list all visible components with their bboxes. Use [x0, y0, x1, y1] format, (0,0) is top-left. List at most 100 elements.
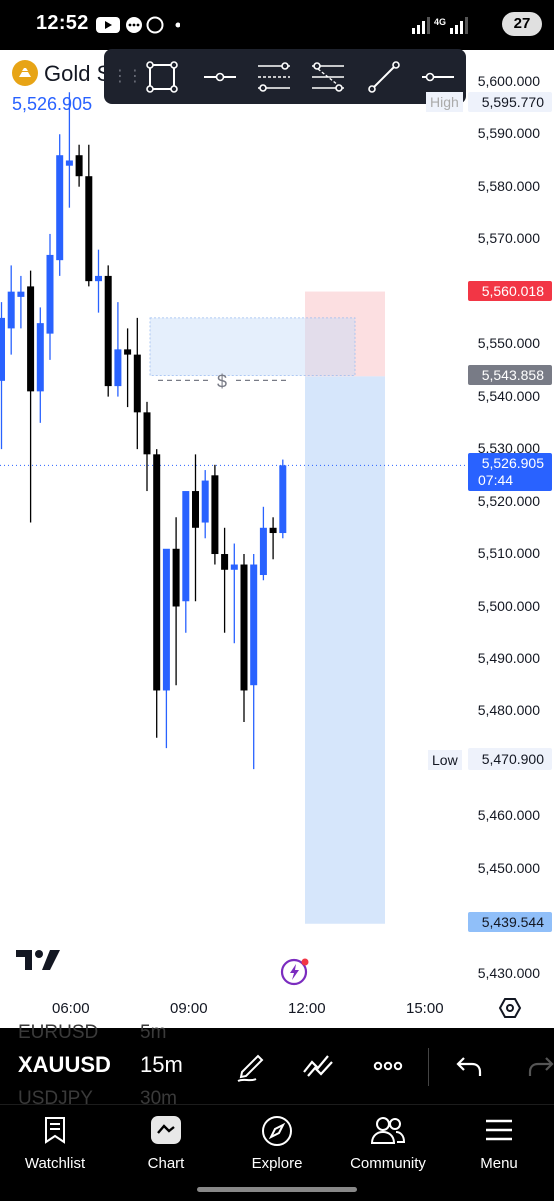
price-tick: 5,460.000: [477, 807, 540, 824]
candle-body: [221, 554, 229, 570]
candle-body: [65, 160, 73, 166]
axis-settings-icon[interactable]: [498, 996, 522, 1020]
nav-label: Community: [350, 1155, 426, 1172]
time-tick: 06:00: [52, 1000, 90, 1017]
drag-handle-icon[interactable]: ⋮⋮: [112, 66, 143, 86]
candle-body: [124, 349, 132, 355]
candle-body: [192, 491, 199, 528]
flash-icon[interactable]: [280, 956, 310, 986]
status-right: 4G 27: [412, 12, 542, 38]
candle-body: [36, 323, 44, 392]
long-position-icon[interactable]: [308, 57, 348, 97]
nav-chart[interactable]: Chart: [111, 1105, 221, 1185]
candle-body: [46, 254, 54, 334]
high-label: High: [426, 92, 463, 112]
header-last-price: 5,526.905: [12, 94, 93, 114]
price-tick: 5,490.000: [477, 649, 540, 666]
candle-body: [27, 286, 35, 392]
gold-logo-icon: [12, 60, 38, 86]
candle-body: [279, 465, 287, 534]
rectangle-icon[interactable]: [142, 57, 182, 97]
candle-body: [153, 454, 161, 691]
more-icon[interactable]: [370, 1048, 406, 1084]
current-price-value: 5,526.905: [481, 455, 544, 471]
nav-menu[interactable]: Menu: [444, 1105, 554, 1185]
dot-icon: [175, 22, 180, 28]
home-indicator[interactable]: [197, 1187, 357, 1192]
symbol-name[interactable]: Gold S: [44, 61, 111, 87]
horizontal-line-icon[interactable]: [418, 57, 458, 97]
candle-body: [182, 491, 190, 602]
bottom-toolbar[interactable]: EURUSD 5m XAUUSD 15m USDJPY 30m: [0, 1022, 554, 1109]
watchlist-icon: [45, 1117, 65, 1144]
candle-body: [75, 155, 83, 177]
nav-watchlist[interactable]: Watchlist: [0, 1105, 110, 1185]
price-tick: 5,600.000: [477, 72, 540, 89]
candle-body: [211, 475, 219, 555]
nav-label: Chart: [147, 1155, 185, 1172]
price-tick: 5,590.000: [477, 125, 540, 142]
chart-canvas[interactable]: $: [0, 50, 554, 1028]
chart-area[interactable]: $: [0, 50, 554, 1028]
nav-community[interactable]: Community: [333, 1105, 443, 1185]
candle-body: [95, 275, 102, 282]
interval-selector[interactable]: 15m: [140, 1052, 183, 1078]
time-tick: 09:00: [170, 1000, 208, 1017]
candle-body: [201, 480, 209, 523]
whatsapp-icon: [146, 16, 164, 34]
trend-line-icon[interactable]: [364, 57, 404, 97]
price-tick: 5,520.000: [477, 492, 540, 509]
candle-body: [104, 275, 112, 387]
signal-icon: 4G: [412, 17, 468, 34]
candle-body: [240, 564, 248, 691]
indicators-icon[interactable]: [300, 1048, 336, 1084]
drawing-toolbar[interactable]: ⋮⋮: [104, 49, 466, 104]
low-price-tag: 5,470.900: [468, 748, 552, 770]
zone-rectangle: [149, 317, 356, 377]
take-profit-zone: [305, 376, 385, 924]
candle-body: [250, 564, 258, 686]
candle-body: [7, 291, 15, 329]
low-label: Low: [428, 750, 462, 770]
compass-icon: [262, 1116, 292, 1146]
price-tick: 5,540.000: [477, 387, 540, 404]
undo-icon[interactable]: [452, 1048, 488, 1084]
candle-body: [143, 412, 151, 455]
time-tick: 12:00: [288, 1000, 326, 1017]
price-tick: 5,550.000: [477, 335, 540, 352]
status-bar: 12:52 4G 27: [0, 0, 554, 50]
candle-body: [172, 548, 180, 607]
toolbar-divider: [428, 1048, 429, 1086]
nav-explore[interactable]: Explore: [222, 1105, 332, 1185]
community-icon: [370, 1117, 406, 1144]
candle-body: [114, 349, 122, 387]
redo-icon[interactable]: [522, 1048, 554, 1084]
price-tick: 5,570.000: [477, 230, 540, 247]
stop-loss-price-tag: 5,560.018: [468, 281, 552, 301]
candle-body: [162, 548, 170, 691]
symbol-selector[interactable]: XAUUSD: [18, 1052, 111, 1078]
fib-retracement-icon[interactable]: [254, 57, 294, 97]
zone-marker: $: [217, 371, 227, 391]
time-tick: 15:00: [406, 1000, 444, 1017]
candle-body: [269, 527, 277, 534]
entry-price-tag: 5,543.858: [468, 365, 552, 385]
battery-icon: 27: [502, 12, 542, 36]
ghost-interval: 5m: [140, 1022, 167, 1043]
candle-body: [230, 564, 238, 570]
ghost-symbol: EURUSD: [18, 1022, 99, 1043]
candle-body: [17, 291, 25, 297]
status-time: 12:52: [36, 12, 89, 34]
candle-body: [56, 155, 64, 261]
price-tick: 5,510.000: [477, 545, 540, 562]
high-price-tag: 5,595.770: [468, 92, 552, 112]
menu-icon: [486, 1119, 512, 1141]
candle-body: [259, 527, 267, 576]
price-tick: 5,450.000: [477, 859, 540, 876]
horizontal-ray-icon[interactable]: [200, 57, 240, 97]
network-type: 4G: [434, 17, 446, 27]
bar-countdown: 07:44: [478, 472, 514, 488]
nav-label: Explore: [251, 1155, 303, 1172]
price-tick: 5,480.000: [477, 702, 540, 719]
pencil-icon[interactable]: [232, 1048, 268, 1084]
